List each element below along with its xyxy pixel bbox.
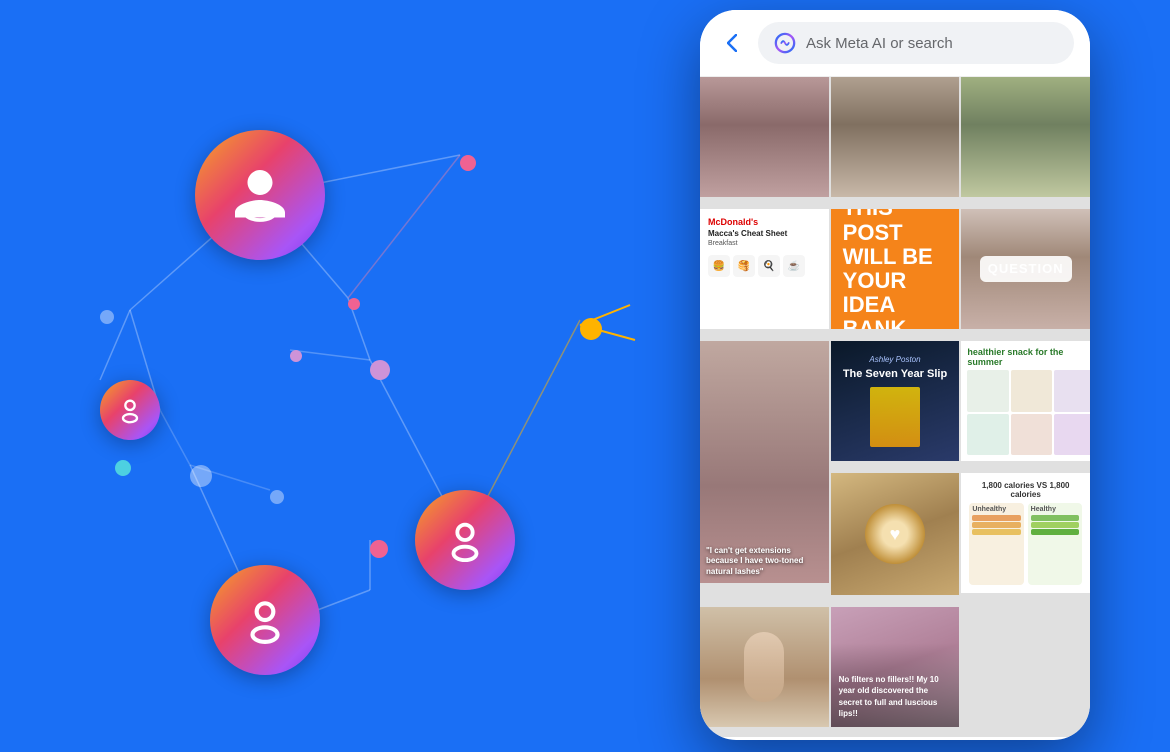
dot-5 [270,490,284,504]
search-placeholder: Ask Meta AI or search [806,35,953,52]
macca-title: Macca's Cheat Sheet [708,229,821,238]
snack-2 [1011,370,1053,412]
person-icon [230,165,290,225]
grid-cell-idea-bank[interactable]: THIS POST WILL BE YOUR IDEA BANK. [831,209,960,329]
cal-label-2: Healthy [1031,506,1079,513]
dot-teal [115,460,131,476]
snack-7 [1054,414,1090,456]
cal-bar-3 [972,529,1020,535]
grid-cell-street[interactable] [961,77,1090,197]
book-overlay: Ashley Poston The Seven Year Slip [831,341,960,461]
back-button[interactable] [716,27,748,59]
person-icon-small [116,396,144,424]
grid-cell-question[interactable]: QUESTION [961,209,1090,329]
macca-item-1: 🍔 [708,255,730,277]
person-icon-bottom [240,595,290,645]
heart-art: ♥ [890,524,901,545]
snack-5 [967,414,1009,456]
dot-2 [348,298,360,310]
grid-cell-no-filters[interactable]: No filters no fillers!! My 10 year old d… [831,607,960,727]
snack-grid [967,370,1084,455]
cal-col-1: Unhealthy [969,503,1023,585]
belly-visual [700,607,829,727]
content-grid: McDonald's Macca's Cheat Sheet Breakfast… [700,77,1090,737]
coffee-cup: ♥ [865,504,925,564]
dot-1 [460,155,476,171]
dot-7 [100,310,114,324]
grid-cell-fashion[interactable] [831,77,960,197]
no-filters-text: No filters no fillers!! My 10 year old d… [839,674,952,719]
chevron-left-icon [727,34,737,52]
meta-ai-icon [774,32,796,54]
avatar-main-top[interactable] [195,130,325,260]
dot-orange-right [580,318,602,340]
search-input-container[interactable]: Ask Meta AI or search [758,22,1074,64]
grid-cell-calories[interactable]: 1,800 calories VS 1,800 calories Unhealt… [961,473,1090,593]
snack-3 [1054,370,1090,412]
book-title: The Seven Year Slip [843,368,947,381]
macca-item-2: 🥞 [733,255,755,277]
cal-label-1: Unhealthy [972,506,1020,513]
book-cover [870,387,920,447]
dot-4 [190,465,212,487]
question-overlay: QUESTION [961,209,1090,329]
question-text: QUESTION [988,261,1064,276]
grid-cell-portrait1[interactable] [700,77,829,197]
cal-bar-6 [1031,529,1079,535]
macca-logo: McDonald's [708,217,821,227]
dot-3 [370,360,390,380]
search-bar: Ask Meta AI or search [700,10,1090,77]
dot-10 [290,350,302,362]
phone-mockup: Ask Meta AI or search McDonald's Macca's… [700,10,1090,740]
no-filters-overlay: No filters no fillers!! My 10 year old d… [831,607,960,727]
question-badge: QUESTION [980,256,1072,282]
person-icon-mid [442,517,488,563]
macca-item-4: ☕ [783,255,805,277]
cal-col-2: Healthy [1028,503,1082,585]
cal-bar-5 [1031,522,1079,528]
snack-title: healthier snack for the summer [967,347,1084,367]
belly-shape [744,632,784,702]
grid-cell-snack[interactable]: healthier snack for the summer [961,341,1090,461]
avatar-small-left[interactable] [100,380,160,440]
cal-bar-1 [972,515,1020,521]
girl-caption: "I can't get extensions because I have t… [706,546,823,577]
cal-bar-4 [1031,515,1079,521]
grid-cell-macca[interactable]: McDonald's Macca's Cheat Sheet Breakfast… [700,209,829,329]
idea-bank-text: THIS POST WILL BE YOUR IDEA BANK. [843,209,948,329]
dot-6 [370,540,388,558]
grid-cell-belly[interactable] [700,607,829,727]
snack-6 [1011,414,1053,456]
grid-cell-portrait-girl[interactable]: "I can't get extensions because I have t… [700,341,829,583]
book-author: Ashley Poston [869,355,920,364]
coffee-visual: ♥ [831,473,960,595]
snack-1 [967,370,1009,412]
avatar-mid-center[interactable] [415,490,515,590]
avatar-bottom-main[interactable] [210,565,320,675]
cal-bar-2 [972,522,1020,528]
macca-items: 🍔 🥞 🍳 ☕ [708,255,821,277]
calories-title: 1,800 calories VS 1,800 calories [969,481,1082,499]
macca-item-3: 🍳 [758,255,780,277]
macca-sub: Breakfast [708,240,821,247]
grid-cell-book[interactable]: Ashley Poston The Seven Year Slip [831,341,960,461]
grid-cell-coffee[interactable]: ♥ [831,473,960,595]
calories-comparison: Unhealthy Healthy [969,503,1082,585]
